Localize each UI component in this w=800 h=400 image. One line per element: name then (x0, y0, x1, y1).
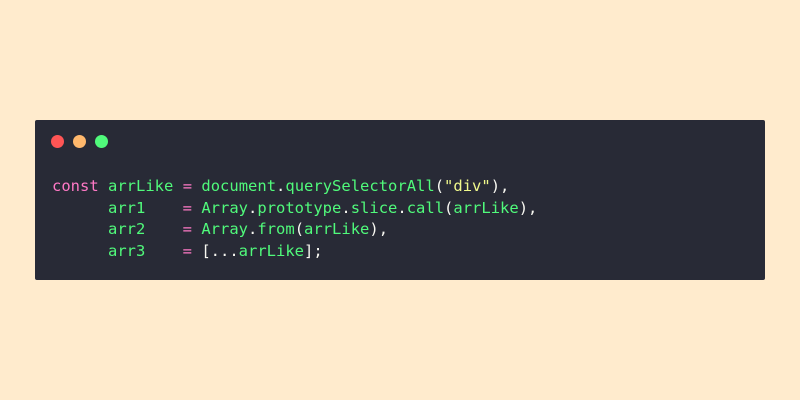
code-token: . (248, 198, 258, 217)
code-token: arr3 (108, 241, 146, 260)
code-token: prototype (257, 198, 342, 217)
code-token: [... (201, 241, 239, 260)
code-token: = (182, 241, 192, 260)
code-token: querySelectorAll (285, 177, 435, 195)
code-token: document (201, 177, 277, 195)
close-button[interactable] (51, 135, 64, 148)
maximize-button[interactable] (95, 135, 108, 148)
code-token: ), (518, 198, 538, 217)
code-token: ), (490, 177, 510, 195)
code-block: const arrLike = document.querySelectorAl… (52, 176, 537, 262)
code-token: . (397, 198, 407, 217)
code-token: = (182, 177, 193, 195)
code-token: const (52, 177, 99, 195)
code-line: arr3 = [...arrLike]; (52, 241, 537, 263)
code-token: . (248, 220, 258, 238)
minimize-button[interactable] (73, 135, 86, 148)
code-token: ( (434, 177, 445, 195)
code-token: arr2 (108, 220, 146, 238)
code-token: slice (350, 198, 398, 217)
code-token: = (182, 198, 192, 217)
code-token: arrLike (238, 241, 304, 260)
code-token: . (276, 177, 286, 195)
code-token: arrLike (108, 177, 174, 195)
code-token: Array (201, 198, 249, 217)
code-line: const arrLike = document.querySelectorAl… (52, 176, 537, 198)
code-token: ( (294, 220, 305, 238)
code-window: const arrLike = document.querySelectorAl… (35, 120, 765, 280)
code-token: arrLike (304, 220, 370, 238)
code-token: . (341, 198, 351, 217)
code-token: Array (201, 220, 249, 238)
code-token: "div" (444, 177, 491, 195)
code-token: call (406, 198, 445, 217)
code-token: arrLike (453, 198, 519, 217)
code-line: arr1 = Array.prototype.slice.call(arrLik… (52, 198, 537, 220)
code-token: ]; (304, 241, 323, 260)
code-token: = (182, 220, 192, 238)
code-token: arr1 (108, 198, 146, 217)
code-token: from (257, 220, 295, 238)
window-controls (51, 135, 108, 149)
code-token: ( (444, 198, 454, 217)
code-token: ), (369, 220, 389, 238)
code-line: arr2 = Array.from(arrLike), (52, 219, 537, 241)
